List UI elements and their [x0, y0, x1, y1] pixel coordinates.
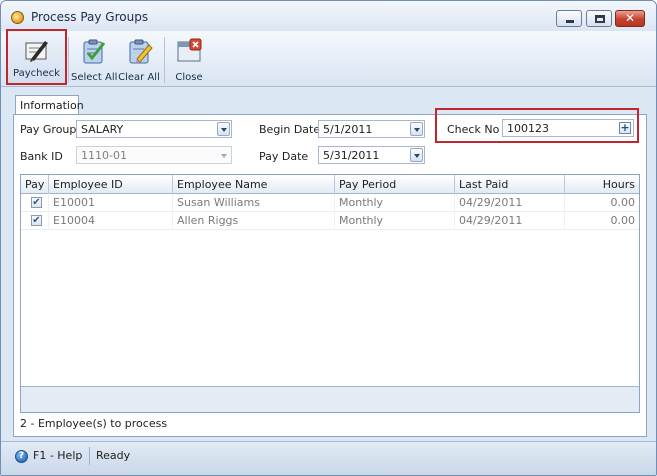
begin-date-picker[interactable]: 5/1/2011	[318, 120, 425, 138]
check-no-input[interactable]: 100123 +	[502, 119, 634, 137]
last-paid-cell: 04/29/2011	[455, 212, 565, 230]
check-no-value: 100123	[507, 122, 549, 135]
toolbar: Paycheck Select All Clear All Close	[1, 29, 656, 87]
status-separator	[89, 447, 90, 465]
clear-all-button[interactable]: Clear All	[118, 31, 160, 87]
maximize-button[interactable]	[586, 10, 612, 27]
pay-period-cell: Monthly	[335, 194, 455, 212]
select-all-button[interactable]: Select All	[71, 31, 118, 87]
column-header-employee-id[interactable]: Employee ID	[49, 175, 173, 194]
column-header-last-paid[interactable]: Last Paid	[455, 175, 565, 194]
pay-date-value: 5/31/2011	[323, 149, 380, 162]
chevron-down-icon[interactable]	[217, 122, 230, 136]
column-header-pay[interactable]: Pay	[21, 175, 49, 194]
clipboard-eraser-icon	[129, 39, 153, 64]
minimize-icon	[566, 20, 574, 23]
column-header-hours[interactable]: Hours	[565, 175, 639, 194]
clear-all-label: Clear All	[118, 72, 160, 83]
tab-information[interactable]: Information	[15, 95, 84, 115]
status-bar: ? F1 - Help Ready	[1, 441, 656, 475]
pay-cell[interactable]: ✔	[21, 212, 49, 230]
app-icon	[11, 11, 24, 24]
paycheck-button[interactable]: Paycheck	[6, 29, 67, 85]
table-row[interactable]: ✔ E10001 Susan Williams Monthly 04/29/20…	[21, 194, 639, 212]
status-help: F1 - Help	[33, 449, 83, 462]
begin-date-value: 5/1/2011	[323, 123, 373, 136]
column-header-pay-period[interactable]: Pay Period	[335, 175, 455, 194]
chevron-down-icon[interactable]	[410, 148, 423, 162]
pay-group-combo[interactable]: SALARY	[76, 120, 232, 138]
title-bar: Process Pay Groups ✕	[1, 1, 656, 31]
paycheck-icon	[25, 41, 48, 62]
tab-information-label: Information	[20, 99, 84, 112]
paycheck-label: Paycheck	[13, 68, 60, 79]
toolbar-separator	[164, 37, 165, 83]
hours-cell[interactable]: 0.00	[565, 194, 639, 212]
bank-id-combo: 1110-01	[76, 146, 232, 164]
status-ready: Ready	[96, 449, 131, 462]
grid-footer	[21, 386, 639, 412]
column-header-employee-name[interactable]: Employee Name	[173, 175, 335, 194]
chevron-down-icon[interactable]	[410, 122, 423, 136]
employee-id-cell: E10001	[49, 194, 173, 212]
employee-id-cell: E10004	[49, 212, 173, 230]
pay-group-label: Pay Group	[20, 123, 77, 136]
minimize-button[interactable]	[556, 10, 582, 27]
pay-date-label: Pay Date	[259, 150, 309, 163]
pay-date-picker[interactable]: 5/31/2011	[318, 146, 425, 164]
employees-to-process: 2 - Employee(s) to process	[20, 417, 168, 430]
close-label: Close	[175, 72, 203, 83]
select-all-label: Select All	[71, 72, 118, 83]
maximize-icon	[595, 15, 605, 23]
grid-header: Pay Employee ID Employee Name Pay Period…	[21, 175, 639, 194]
help-icon: ?	[15, 450, 28, 463]
close-button[interactable]: Close	[167, 31, 211, 87]
toolbar-separator	[68, 37, 69, 83]
close-window-icon	[177, 38, 202, 62]
process-pay-groups-window: Process Pay Groups ✕ Paycheck Select All…	[0, 0, 657, 476]
chevron-down-icon	[217, 148, 230, 162]
last-paid-cell: 04/29/2011	[455, 194, 565, 212]
close-window-button[interactable]: ✕	[615, 10, 645, 27]
pay-cell[interactable]: ✔	[21, 194, 49, 212]
begin-date-label: Begin Date	[259, 123, 321, 136]
check-no-label: Check No	[447, 123, 500, 136]
hours-cell[interactable]: 0.00	[565, 212, 639, 230]
window-title: Process Pay Groups	[31, 10, 149, 24]
close-icon: ✕	[624, 11, 636, 25]
pay-checkbox[interactable]: ✔	[31, 215, 42, 226]
employee-name-cell: Allen Riggs	[173, 212, 335, 230]
employee-grid: Pay Employee ID Employee Name Pay Period…	[20, 174, 640, 413]
plus-icon[interactable]: +	[619, 122, 631, 134]
bank-id-value: 1110-01	[81, 149, 127, 162]
bank-id-label: Bank ID	[20, 150, 63, 163]
pay-period-cell: Monthly	[335, 212, 455, 230]
table-row[interactable]: ✔ E10004 Allen Riggs Monthly 04/29/2011 …	[21, 212, 639, 230]
employee-name-cell: Susan Williams	[173, 194, 335, 212]
pay-checkbox[interactable]: ✔	[31, 197, 42, 208]
clipboard-check-icon	[83, 39, 106, 64]
pay-group-value: SALARY	[81, 123, 124, 136]
